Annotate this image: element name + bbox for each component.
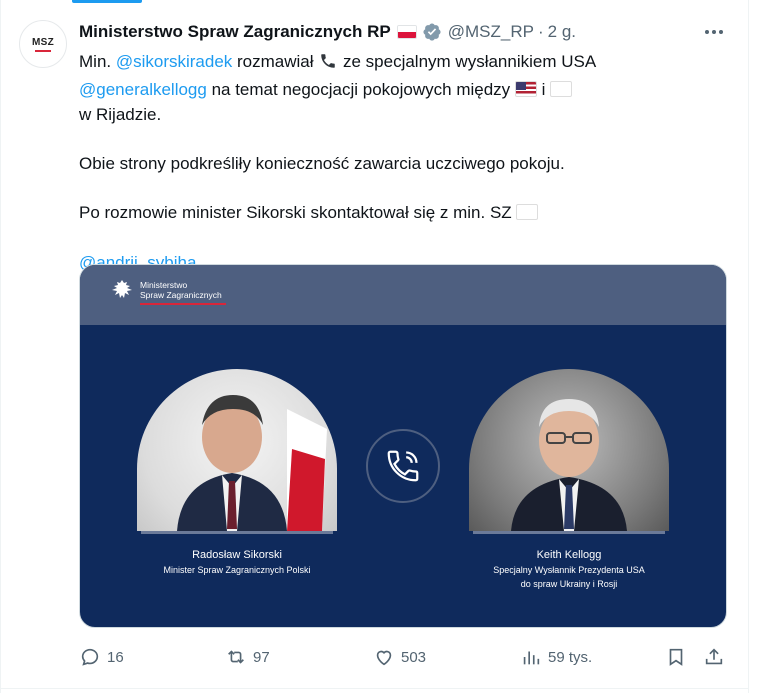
portrait-underline-left: [141, 531, 333, 534]
phone-call-icon: [366, 429, 440, 503]
text-segment: ze specjalnym wysłannikiem USA: [338, 52, 596, 71]
mention-sikorskiradek[interactable]: @sikorskiradek: [116, 52, 232, 71]
usa-flag-icon: [514, 81, 537, 97]
like-count: 503: [401, 648, 427, 666]
separator-dot: ·: [537, 22, 544, 41]
caption-sikorski: Radosław Sikorski Minister Spraw Zagrani…: [137, 547, 337, 577]
reply-button[interactable]: 16: [79, 645, 124, 669]
tab-indicator: [72, 0, 142, 3]
tweet-paragraph-1: Min. @sikorskiradek rozmawiał ze specjal…: [79, 49, 719, 102]
text-segment: na temat negocjacji pokojowych między: [206, 80, 515, 99]
user-handle[interactable]: @MSZ_RP: [448, 22, 534, 42]
views-chart-icon: [523, 651, 540, 665]
tweet-header: Ministerstwo Spraw Zagranicznych RP @MSZ…: [79, 21, 576, 43]
repost-icon: [228, 650, 244, 664]
tweet-divider: [0, 688, 748, 689]
ministry-red-bar: [140, 302, 226, 305]
tweet-actions: 16 97 503 59 tys.: [79, 645, 729, 669]
person-name: Radosław Sikorski: [192, 549, 282, 561]
views-count: 59 tys.: [548, 648, 593, 666]
text-segment: Po rozmowie minister Sikorski skontaktow…: [79, 203, 517, 222]
portrait-underline-right: [473, 531, 665, 534]
phone-icon: [319, 52, 337, 77]
repost-button[interactable]: 97: [225, 645, 270, 669]
tweet-text: Min. @sikorskiradek rozmawiał ze specjal…: [79, 49, 719, 275]
reply-count: 16: [107, 648, 124, 666]
person-role-line2: do spraw Ukrainy i Rosji: [520, 579, 618, 589]
tweet-paragraph-3: Po rozmowie minister Sikorski skontaktow…: [79, 200, 719, 225]
more-options-icon[interactable]: [700, 22, 728, 42]
ministry-name-line1: Ministerstwo: [140, 279, 188, 290]
avatar-text: MSZ: [31, 36, 54, 48]
eagle-emblem-icon: [112, 280, 132, 298]
avatar-underline: [35, 49, 51, 52]
person-role-line1: Specjalny Wysłannik Prezydenta USA: [493, 565, 645, 575]
reply-icon: [81, 648, 99, 666]
repost-count: 97: [253, 648, 270, 666]
ministry-logo: Ministerstwo Spraw Zagranicznych: [110, 279, 226, 305]
media-image[interactable]: Ministerstwo Spraw Zagranicznych Radosła…: [79, 264, 727, 628]
ministry-name-line2: Spraw Zagranicznych: [140, 289, 222, 300]
portrait-sikorski: [137, 369, 337, 531]
portrait-kellogg: [469, 369, 669, 531]
share-icon: [705, 648, 723, 665]
text-segment: Min.: [79, 52, 116, 71]
text-segment: w Rijadzie.: [79, 105, 162, 124]
text-segment: i: [536, 80, 551, 99]
heart-icon: [376, 650, 392, 666]
column-border-left: [0, 0, 1, 693]
avatar[interactable]: MSZ: [19, 20, 67, 68]
timestamp[interactable]: 2 g.: [548, 22, 576, 42]
text-segment: rozmawiał: [232, 52, 319, 71]
poland-flag-icon: [396, 25, 417, 39]
column-border-right: [748, 0, 749, 693]
share-button[interactable]: [703, 645, 725, 669]
like-button[interactable]: 503: [373, 645, 426, 669]
person-role: Minister Spraw Zagranicznych Polski: [163, 565, 311, 575]
display-name[interactable]: Ministerstwo Spraw Zagranicznych RP: [79, 22, 391, 42]
bookmark-icon: [669, 648, 683, 666]
ukraine-flag-icon: [550, 81, 573, 97]
verified-badge-icon[interactable]: [422, 22, 442, 42]
caption-kellogg: Keith Kellogg Specjalny Wysłannik Prezyd…: [469, 547, 669, 591]
views-button[interactable]: 59 tys.: [520, 645, 592, 669]
tweet-paragraph-2: Obie strony podkreśliły konieczność zawa…: [79, 154, 565, 173]
bookmark-button[interactable]: [665, 645, 687, 669]
mention-generalkellogg[interactable]: @generalkellogg: [79, 80, 207, 99]
ukraine-flag-icon: [516, 204, 539, 220]
person-name: Keith Kellogg: [536, 549, 602, 561]
